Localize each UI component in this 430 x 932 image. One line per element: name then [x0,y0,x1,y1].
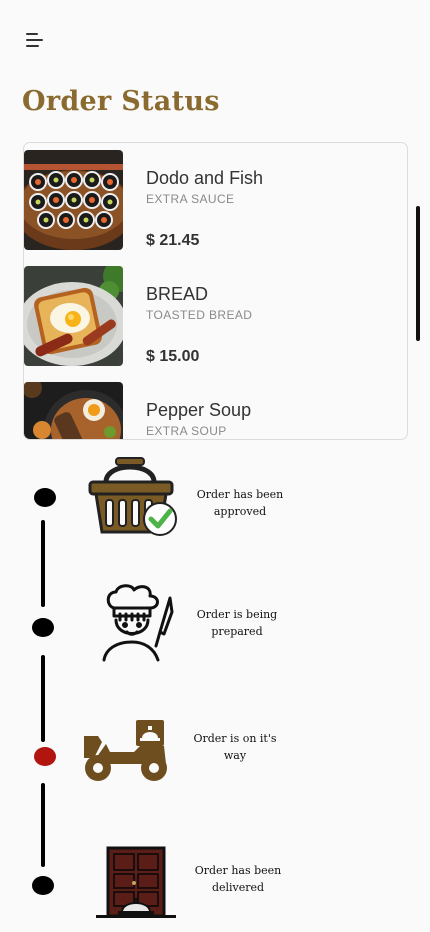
item-note: EXTRA SAUCE [146,192,235,206]
order-item[interactable]: Pepper Soup EXTRA SOUP [24,382,407,439]
menu-icon[interactable] [22,28,48,52]
order-tracking-timeline: Order has been approved Order is being p… [0,450,430,920]
step-dot-current [34,747,56,766]
step-dot [34,488,56,507]
item-note: EXTRA SOUP [146,424,227,438]
basket-check-icon [88,456,180,545]
order-item[interactable]: Dodo and Fish EXTRA SAUCE $ 21.45 [24,150,407,250]
item-name: Dodo and Fish [146,168,264,188]
item-note: TOASTED BREAD [146,308,253,322]
item-name: Pepper Soup [146,400,252,420]
step-label: Order has been approved [196,488,284,518]
chef-icon [100,584,178,667]
item-name: BREAD [146,284,209,304]
item-price: $ 21.45 [146,232,200,249]
order-item[interactable]: BREAD TOASTED BREAD $ 15.00 [24,266,407,366]
order-list-scrollbar[interactable] [416,206,420,341]
sushi-platter-image [24,150,123,250]
step-dot [32,618,54,637]
timeline-connector [41,655,45,742]
item-price: $ 15.00 [146,348,200,365]
timeline-connector [41,783,45,867]
page-title: Order Status [22,86,220,117]
step-dot [32,876,54,895]
step-label: Order has been delivered [194,864,282,894]
toast-with-egg-image [24,266,123,366]
door-delivery-icon [94,846,178,925]
delivery-scooter-icon [80,718,170,787]
soup-bowl-image [24,382,123,439]
order-list[interactable]: Dodo and Fish EXTRA SAUCE $ 21.45 BREAD … [23,142,408,440]
step-label: Order is being prepared [196,608,278,638]
timeline-connector [41,520,45,607]
step-label: Order is on it's way [193,732,277,762]
